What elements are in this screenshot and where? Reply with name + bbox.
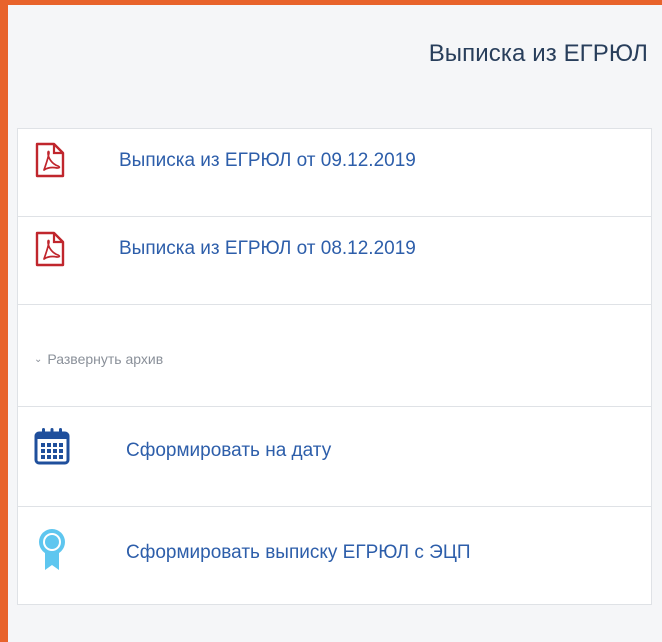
list-item[interactable]: Выписка из ЕГРЮЛ от 09.12.2019 <box>18 129 651 217</box>
badge-ribbon-icon <box>38 528 66 572</box>
form-on-date-link[interactable]: Сформировать на дату <box>126 440 331 462</box>
chevron-down-icon: ⌄ <box>34 354 43 365</box>
form-on-date-row[interactable]: Сформировать на дату <box>18 407 651 507</box>
expand-archive-label: Развернуть архив <box>47 351 164 367</box>
egrul-extract-panel: Выписка из ЕГРЮЛ Выписка из ЕГРЮЛ от 09.… <box>8 5 662 642</box>
archive-row: ⌄ Развернуть архив <box>18 305 651 407</box>
expand-archive-toggle[interactable]: ⌄ Развернуть архив <box>34 351 163 367</box>
form-with-ecp-link[interactable]: Сформировать выписку ЕГРЮЛ с ЭЦП <box>126 542 471 564</box>
calendar-icon <box>34 427 70 465</box>
form-with-ecp-row[interactable]: Сформировать выписку ЕГРЮЛ с ЭЦП <box>18 507 651 604</box>
pdf-icon <box>35 231 65 267</box>
extract-list: Выписка из ЕГРЮЛ от 09.12.2019 Выписка и… <box>17 128 652 605</box>
pdf-icon <box>35 142 65 178</box>
document-link[interactable]: Выписка из ЕГРЮЛ от 09.12.2019 <box>119 150 416 172</box>
panel-title: Выписка из ЕГРЮЛ <box>428 40 648 67</box>
document-link[interactable]: Выписка из ЕГРЮЛ от 08.12.2019 <box>119 238 416 260</box>
list-item[interactable]: Выписка из ЕГРЮЛ от 08.12.2019 <box>18 217 651 305</box>
